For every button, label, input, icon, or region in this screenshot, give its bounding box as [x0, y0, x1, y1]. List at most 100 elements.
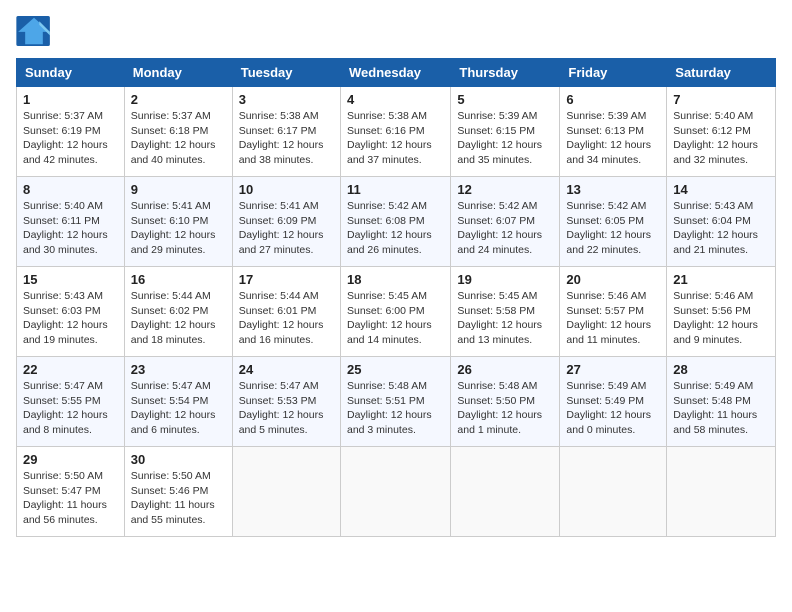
calendar-cell: 30 Sunrise: 5:50 AM Sunset: 5:46 PM Dayli…: [124, 447, 232, 537]
calendar-cell: 3 Sunrise: 5:38 AM Sunset: 6:17 PM Daylig…: [232, 87, 340, 177]
calendar-cell: 20 Sunrise: 5:46 AM Sunset: 5:57 PM Dayli…: [560, 267, 667, 357]
calendar-cell: 24 Sunrise: 5:47 AM Sunset: 5:53 PM Dayli…: [232, 357, 340, 447]
calendar-cell: 5 Sunrise: 5:39 AM Sunset: 6:15 PM Daylig…: [451, 87, 560, 177]
logo-icon: [16, 16, 52, 46]
page-header: [16, 16, 776, 46]
day-number: 30: [131, 452, 226, 467]
day-number: 20: [566, 272, 660, 287]
day-info: Sunrise: 5:46 AM Sunset: 5:56 PM Dayligh…: [673, 289, 769, 348]
day-info: Sunrise: 5:50 AM Sunset: 5:47 PM Dayligh…: [23, 469, 118, 528]
day-info: Sunrise: 5:44 AM Sunset: 6:02 PM Dayligh…: [131, 289, 226, 348]
calendar-cell: [340, 447, 450, 537]
day-info: Sunrise: 5:45 AM Sunset: 5:58 PM Dayligh…: [457, 289, 553, 348]
calendar-cell: 19 Sunrise: 5:45 AM Sunset: 5:58 PM Dayli…: [451, 267, 560, 357]
calendar-cell: 14 Sunrise: 5:43 AM Sunset: 6:04 PM Dayli…: [667, 177, 776, 267]
day-number: 2: [131, 92, 226, 107]
calendar-cell: 13Sunrise: 5:42 AM Sunset: 6:05 PM Dayli…: [560, 177, 667, 267]
day-number: 27: [566, 362, 660, 377]
day-number: 11: [347, 182, 444, 197]
day-info: Sunrise: 5:49 AM Sunset: 5:49 PM Dayligh…: [566, 379, 660, 438]
day-number: 3: [239, 92, 334, 107]
day-info: Sunrise: 5:38 AM Sunset: 6:17 PM Dayligh…: [239, 109, 334, 168]
day-number: 28: [673, 362, 769, 377]
day-info: Sunrise: 5:43 AM Sunset: 6:04 PM Dayligh…: [673, 199, 769, 258]
calendar-cell: 7 Sunrise: 5:40 AM Sunset: 6:12 PM Daylig…: [667, 87, 776, 177]
calendar-cell: [232, 447, 340, 537]
day-number: 8: [23, 182, 118, 197]
day-info: Sunrise: 5:47 AM Sunset: 5:55 PM Dayligh…: [23, 379, 118, 438]
calendar-week-3: 15 Sunrise: 5:43 AM Sunset: 6:03 PM Dayli…: [17, 267, 776, 357]
day-info: Sunrise: 5:40 AM Sunset: 6:12 PM Dayligh…: [673, 109, 769, 168]
day-info: Sunrise: 5:43 AM Sunset: 6:03 PM Dayligh…: [23, 289, 118, 348]
calendar-cell: 2 Sunrise: 5:37 AM Sunset: 6:18 PM Daylig…: [124, 87, 232, 177]
day-number: 21: [673, 272, 769, 287]
calendar-cell: [667, 447, 776, 537]
calendar-cell: 23 Sunrise: 5:47 AM Sunset: 5:54 PM Dayli…: [124, 357, 232, 447]
calendar-cell: 21 Sunrise: 5:46 AM Sunset: 5:56 PM Dayli…: [667, 267, 776, 357]
day-info: Sunrise: 5:48 AM Sunset: 5:50 PM Dayligh…: [457, 379, 553, 438]
calendar-cell: 8 Sunrise: 5:40 AM Sunset: 6:11 PM Daylig…: [17, 177, 125, 267]
weekday-header-thursday: Thursday: [451, 59, 560, 87]
calendar-cell: 15 Sunrise: 5:43 AM Sunset: 6:03 PM Dayli…: [17, 267, 125, 357]
calendar-cell: 12 Sunrise: 5:42 AM Sunset: 6:07 PM Dayli…: [451, 177, 560, 267]
weekday-header-saturday: Saturday: [667, 59, 776, 87]
calendar-cell: 22 Sunrise: 5:47 AM Sunset: 5:55 PM Dayli…: [17, 357, 125, 447]
weekday-header-monday: Monday: [124, 59, 232, 87]
day-info: Sunrise: 5:40 AM Sunset: 6:11 PM Dayligh…: [23, 199, 118, 258]
day-number: 12: [457, 182, 553, 197]
calendar-cell: 27 Sunrise: 5:49 AM Sunset: 5:49 PM Dayli…: [560, 357, 667, 447]
day-number: 17: [239, 272, 334, 287]
day-info: Sunrise: 5:49 AM Sunset: 5:48 PM Dayligh…: [673, 379, 769, 438]
calendar-cell: 16 Sunrise: 5:44 AM Sunset: 6:02 PM Dayli…: [124, 267, 232, 357]
day-info: Sunrise: 5:42 AM Sunset: 6:08 PM Dayligh…: [347, 199, 444, 258]
day-number: 25: [347, 362, 444, 377]
day-info: Sunrise: 5:48 AM Sunset: 5:51 PM Dayligh…: [347, 379, 444, 438]
day-info: Sunrise: 5:50 AM Sunset: 5:46 PM Dayligh…: [131, 469, 226, 528]
day-number: 22: [23, 362, 118, 377]
day-info: Sunrise: 5:47 AM Sunset: 5:53 PM Dayligh…: [239, 379, 334, 438]
calendar-header-row: SundayMondayTuesdayWednesdayThursdayFrid…: [17, 59, 776, 87]
day-number: 23: [131, 362, 226, 377]
day-number: 9: [131, 182, 226, 197]
weekday-header-friday: Friday: [560, 59, 667, 87]
calendar-cell: 26Sunrise: 5:48 AM Sunset: 5:50 PM Dayli…: [451, 357, 560, 447]
day-info: Sunrise: 5:37 AM Sunset: 6:18 PM Dayligh…: [131, 109, 226, 168]
day-number: 10: [239, 182, 334, 197]
day-info: Sunrise: 5:39 AM Sunset: 6:15 PM Dayligh…: [457, 109, 553, 168]
day-number: 4: [347, 92, 444, 107]
day-number: 1: [23, 92, 118, 107]
calendar-cell: 25 Sunrise: 5:48 AM Sunset: 5:51 PM Dayli…: [340, 357, 450, 447]
day-number: 5: [457, 92, 553, 107]
weekday-header-sunday: Sunday: [17, 59, 125, 87]
day-info: Sunrise: 5:37 AM Sunset: 6:19 PM Dayligh…: [23, 109, 118, 168]
day-info: Sunrise: 5:38 AM Sunset: 6:16 PM Dayligh…: [347, 109, 444, 168]
day-info: Sunrise: 5:46 AM Sunset: 5:57 PM Dayligh…: [566, 289, 660, 348]
logo: [16, 16, 56, 46]
day-number: 6: [566, 92, 660, 107]
day-info: Sunrise: 5:42 AM Sunset: 6:07 PM Dayligh…: [457, 199, 553, 258]
day-number: 24: [239, 362, 334, 377]
calendar-cell: [560, 447, 667, 537]
day-number: 19: [457, 272, 553, 287]
calendar-cell: [451, 447, 560, 537]
calendar-cell: 28 Sunrise: 5:49 AM Sunset: 5:48 PM Dayli…: [667, 357, 776, 447]
calendar-cell: 29 Sunrise: 5:50 AM Sunset: 5:47 PM Dayli…: [17, 447, 125, 537]
day-number: 14: [673, 182, 769, 197]
calendar-cell: 9Sunrise: 5:41 AM Sunset: 6:10 PM Daylig…: [124, 177, 232, 267]
day-number: 15: [23, 272, 118, 287]
day-number: 29: [23, 452, 118, 467]
day-number: 16: [131, 272, 226, 287]
calendar-week-1: 1 Sunrise: 5:37 AM Sunset: 6:19 PM Daylig…: [17, 87, 776, 177]
day-info: Sunrise: 5:42 AM Sunset: 6:05 PM Dayligh…: [566, 199, 660, 258]
calendar-cell: 1 Sunrise: 5:37 AM Sunset: 6:19 PM Daylig…: [17, 87, 125, 177]
calendar-cell: 17 Sunrise: 5:44 AM Sunset: 6:01 PM Dayli…: [232, 267, 340, 357]
weekday-header-wednesday: Wednesday: [340, 59, 450, 87]
day-info: Sunrise: 5:47 AM Sunset: 5:54 PM Dayligh…: [131, 379, 226, 438]
calendar-cell: 6 Sunrise: 5:39 AM Sunset: 6:13 PM Daylig…: [560, 87, 667, 177]
day-info: Sunrise: 5:39 AM Sunset: 6:13 PM Dayligh…: [566, 109, 660, 168]
day-info: Sunrise: 5:44 AM Sunset: 6:01 PM Dayligh…: [239, 289, 334, 348]
calendar-cell: 4 Sunrise: 5:38 AM Sunset: 6:16 PM Daylig…: [340, 87, 450, 177]
day-number: 7: [673, 92, 769, 107]
calendar-table: SundayMondayTuesdayWednesdayThursdayFrid…: [16, 58, 776, 537]
calendar-cell: 18Sunrise: 5:45 AM Sunset: 6:00 PM Dayli…: [340, 267, 450, 357]
